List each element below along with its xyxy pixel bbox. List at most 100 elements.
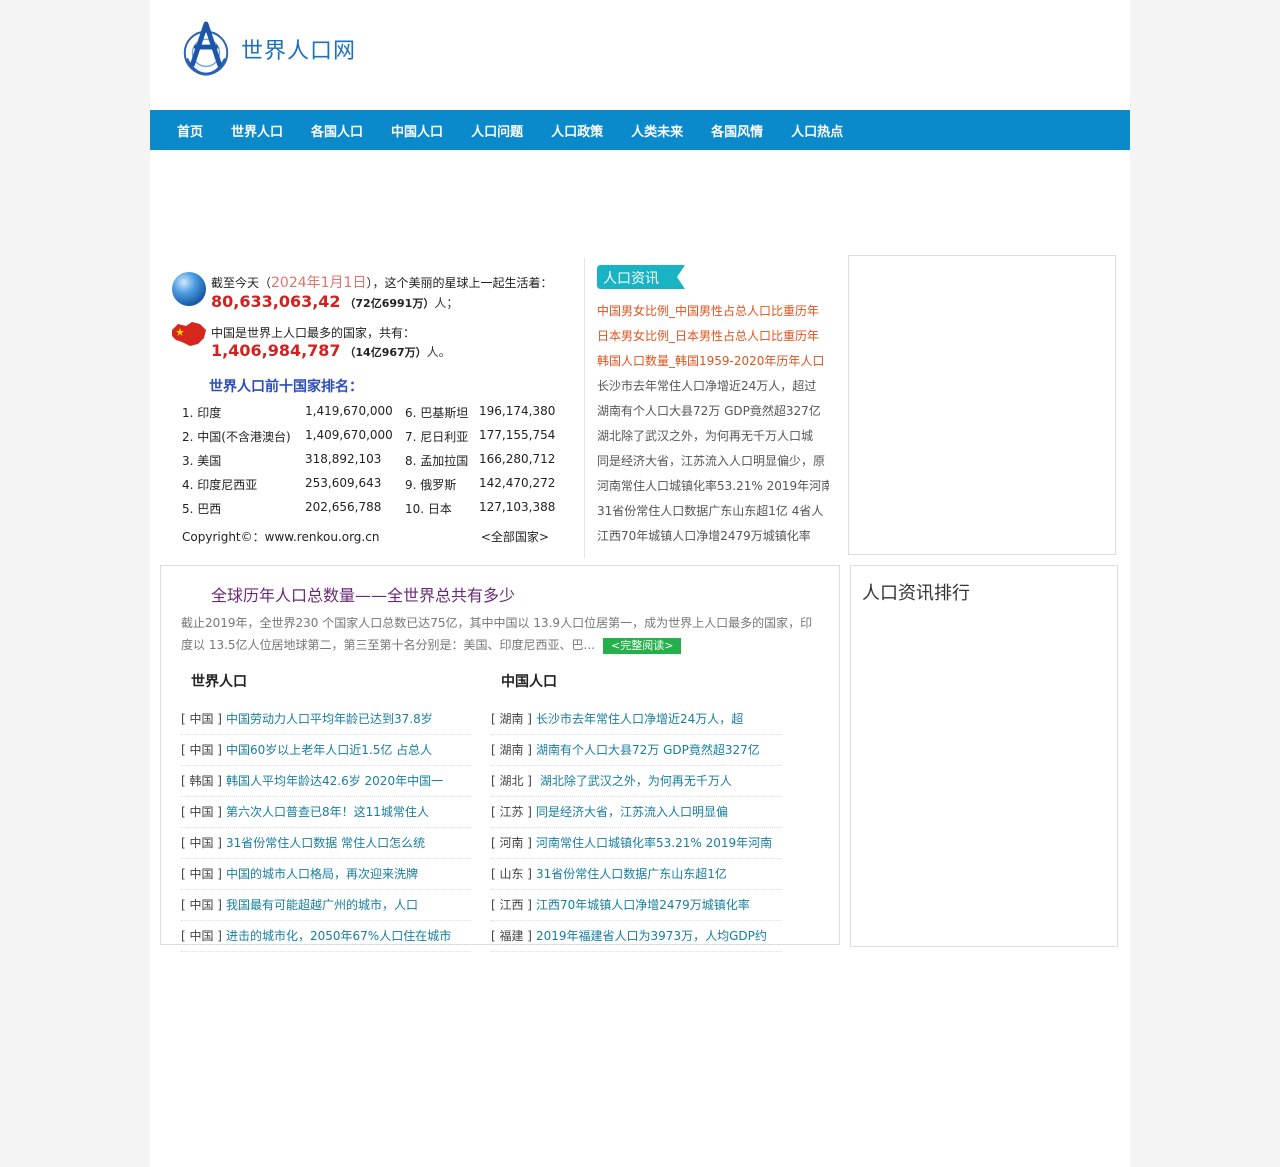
region-label: [ 江西 ]: [491, 898, 532, 912]
region-label: [ 湖南 ]: [491, 743, 532, 757]
nav-item[interactable]: 人口问题: [457, 121, 537, 140]
region-label: [ 湖南 ]: [491, 712, 532, 726]
article-link[interactable]: 进击的城市化，2050年67%人口住在城市: [226, 929, 451, 943]
ranking-population: 196,174,380: [479, 404, 556, 418]
region-label: [ 山东 ]: [491, 867, 532, 881]
world-suffix: ），这个美丽的星球上一起生活着：: [366, 276, 553, 290]
nav-item[interactable]: 人口政策: [537, 121, 617, 140]
nav-item[interactable]: 首页: [163, 121, 217, 140]
article-link[interactable]: 同是经济大省，江苏流入人口明显偏: [536, 805, 728, 819]
news-link[interactable]: 湖北除了武汉之外，为何再无千万人口城: [597, 424, 829, 449]
ranking-population: 1,409,670,000: [305, 428, 393, 442]
article-link[interactable]: 31省份常住人口数据广东山东超1亿: [536, 867, 727, 881]
list-item: [ 韩国 ] 韩国人平均年龄达42.6岁 2020年中国一: [181, 766, 471, 797]
list-item: [ 中国 ] 中国的城市人口格局，再次迎来洗牌: [181, 859, 471, 890]
news-link[interactable]: 中国男女比例_中国男性占总人口比重历年: [597, 299, 829, 324]
ranking-country: 2. 中国(不含港澳台): [182, 430, 291, 444]
ranking-country: 3. 美国: [182, 454, 222, 468]
region-label: [ 湖北 ]: [491, 774, 532, 788]
site-logo[interactable]: 世界人口网: [177, 18, 356, 80]
article-link[interactable]: 湖南有个人口大县72万 GDP竟然超327亿: [536, 743, 760, 757]
all-countries-link[interactable]: <全部国家>: [481, 528, 549, 545]
ranking-title: 世界人口前十国家排名：: [209, 379, 363, 395]
ranking-population: 1,419,670,000: [305, 404, 393, 418]
news-link[interactable]: 河南常住人口城镇化率53.21% 2019年河南: [597, 474, 829, 499]
ranking-country: 8. 孟加拉国: [405, 454, 469, 468]
article-link[interactable]: 长沙市去年常住人口净增近24万人，超: [536, 712, 743, 726]
article-link[interactable]: 第六次人口普查已8年！这11城常住人: [226, 805, 429, 819]
read-more-button[interactable]: <完整阅读>: [602, 638, 682, 654]
ranking-population: 142,470,272: [479, 476, 556, 490]
main-nav: 首页 世界人口 各国人口 中国人口 人口问题 人口政策 人类未来 各国风情 人口热点: [150, 110, 1130, 150]
article-summary: 截止2019年，全世界230 个国家人口总数已达75亿，其中中国以 13.9人口…: [181, 612, 821, 656]
list-item: [ 中国 ] 中国60岁以上老年人口近1.5亿 占总人: [181, 735, 471, 766]
ranking-row: 4. 印度尼西亚 253,609,643 9. 俄罗斯 142,470,272: [182, 476, 562, 500]
china-population-column: 中国人口 [ 湖南 ] 长沙市去年常住人口净增近24万人，超 [ 湖南 ] 湖南有个人…: [491, 670, 781, 952]
nav-item[interactable]: 各国人口: [297, 121, 377, 140]
list-item: [ 中国 ] 我国最有可能超越广州的城市，人口: [181, 890, 471, 921]
world-prefix: 截至今天（: [211, 276, 272, 290]
ranking-country: 5. 巴西: [182, 502, 222, 516]
china-population-short: （14亿967万）: [344, 346, 427, 359]
region-label: [ 中国 ]: [181, 836, 222, 850]
china-population-row: 中国是世界上人口最多的国家，共有： 1,406,984,787 （14亿967万…: [170, 314, 565, 362]
article-panel: 全球历年人口总数量——全世界总共有多少 截止2019年，全世界230 个国家人口…: [160, 565, 840, 952]
article-link[interactable]: 31省份常住人口数据 常住人口怎么统: [226, 836, 425, 850]
ranking-population: 177,155,754: [479, 428, 556, 442]
nav-item[interactable]: 各国风情: [697, 121, 777, 140]
world-population-number: 80,633,063,42: [211, 292, 341, 311]
news-link[interactable]: 日本男女比例_日本男性占总人口比重历年: [597, 324, 829, 349]
news-ranking-title: 人口资讯排行: [862, 583, 970, 604]
region-label: [ 中国 ]: [181, 929, 222, 943]
news-link[interactable]: 31省份常住人口数据广东山东超1亿 4省人: [597, 499, 829, 524]
ranking-country: 6. 巴基斯坦: [405, 406, 469, 420]
ranking-country: 4. 印度尼西亚: [182, 478, 258, 492]
ranking-row: 2. 中国(不含港澳台) 1,409,670,000 7. 尼日利亚 177,155,…: [182, 428, 562, 452]
article-link[interactable]: 韩国人平均年龄达42.6岁 2020年中国一: [226, 774, 443, 788]
news-link[interactable]: 韩国人口数量_韩国1959-2020年历年人口: [597, 349, 829, 374]
page: 世界人口网 首页 世界人口 各国人口 中国人口 人口问题 人口政策 人类未来 各国风情 人口热点…: [150, 0, 1130, 1167]
ranking-population: 202,656,788: [305, 500, 382, 514]
ranking-country: 7. 尼日利亚: [405, 430, 469, 444]
ranking-table: 1. 印度 1,419,670,000 6. 巴基斯坦 196,174,380 2. 中…: [182, 404, 562, 524]
ranking-row: 5. 巴西 202,656,788 10. 日本 127,103,388: [182, 500, 562, 524]
article-link[interactable]: 我国最有可能超越广州的城市，人口: [226, 898, 418, 912]
region-label: [ 韩国 ]: [181, 774, 222, 788]
ad-box: [848, 255, 1116, 555]
population-counter: 截至今天（2024年1月1日），这个美丽的星球上一起生活着： 80,633,06…: [170, 262, 565, 362]
region-label: [ 福建 ]: [491, 929, 532, 943]
china-intro: 中国是世界上人口最多的国家，共有：: [211, 326, 416, 340]
news-link[interactable]: 江西70年城镇人口净增2479万城镇化率: [597, 524, 829, 549]
news-link[interactable]: 湖南有个人口大县72万 GDP竟然超327亿: [597, 399, 829, 424]
china-column-title: 中国人口: [501, 674, 557, 690]
ranking-country: 10. 日本: [405, 502, 452, 516]
article-link[interactable]: 中国60岁以上老年人口近1.5亿 占总人: [226, 743, 432, 757]
article-link[interactable]: 中国劳动力人口平均年龄已达到37.8岁: [226, 712, 433, 726]
article-link[interactable]: 湖北除了武汉之外，为何再无千万人: [536, 774, 732, 788]
list-item: [ 湖北 ] 湖北除了武汉之外，为何再无千万人: [491, 766, 781, 797]
news-link[interactable]: 同是经济大省，江苏流入人口明显偏少，原: [597, 449, 829, 474]
news-ranking-panel: 人口资讯排行: [850, 565, 1118, 947]
article-link[interactable]: 河南常住人口城镇化率53.21% 2019年河南: [536, 836, 772, 850]
ranking-population: 318,892,103: [305, 452, 382, 466]
list-item: [ 中国 ] 进击的城市化，2050年67%人口住在城市: [181, 921, 471, 952]
list-item: [ 福建 ] 2019年福建省人口为3973万，人均GDP约: [491, 921, 781, 952]
nav-item[interactable]: 中国人口: [377, 121, 457, 140]
article-link[interactable]: 江西70年城镇人口净增2479万城镇化率: [536, 898, 750, 912]
article-link[interactable]: 中国的城市人口格局，再次迎来洗牌: [226, 867, 418, 881]
china-unit: 人。: [426, 345, 451, 359]
nav-item[interactable]: 人口热点: [777, 121, 857, 140]
nav-item[interactable]: 世界人口: [217, 121, 297, 140]
world-unit: 人；: [434, 296, 459, 310]
news-link[interactable]: 长沙市去年常住人口净增近24万人，超过: [597, 374, 829, 399]
article-link[interactable]: 2019年福建省人口为3973万，人均GDP约: [536, 929, 767, 943]
world-column-title: 世界人口: [191, 674, 247, 690]
article-title[interactable]: 全球历年人口总数量——全世界总共有多少: [211, 582, 515, 606]
news-tag-label: 人口资讯: [603, 271, 659, 287]
region-label: [ 中国 ]: [181, 867, 222, 881]
list-item: [ 河南 ] 河南常住人口城镇化率53.21% 2019年河南: [491, 828, 781, 859]
region-label: [ 中国 ]: [181, 805, 222, 819]
article-summary-text: 截止2019年，全世界230 个国家人口总数已达75亿，其中中国以 13.9人口…: [181, 616, 813, 652]
ranking-row: 1. 印度 1,419,670,000 6. 巴基斯坦 196,174,380: [182, 404, 562, 428]
nav-item[interactable]: 人类未来: [617, 121, 697, 140]
